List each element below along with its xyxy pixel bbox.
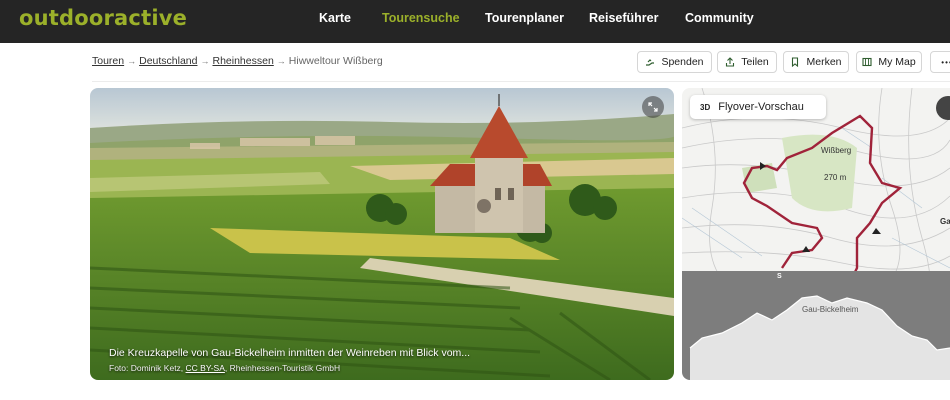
bookmark-icon bbox=[792, 57, 799, 67]
spenden-label: Spenden bbox=[661, 56, 704, 68]
map-label-town: Ga bbox=[940, 217, 950, 226]
nav-item-tourenplaner[interactable]: Tourenplaner bbox=[485, 11, 564, 25]
credit-prefix: Foto: Dominik Ketz, bbox=[109, 363, 186, 373]
header-divider bbox=[92, 81, 950, 82]
breadcrumb-current: Hiwweltour Wißberg bbox=[288, 55, 383, 67]
my-map-label: My Map bbox=[878, 56, 916, 68]
nav-item-tourensuche[interactable]: Tourensuche bbox=[382, 11, 460, 25]
teilen-label: Teilen bbox=[741, 56, 769, 68]
more-options-button[interactable]: ••• bbox=[930, 51, 950, 73]
breadcrumb-arrow-icon: → bbox=[276, 56, 286, 66]
more-dots-icon: ••• bbox=[941, 57, 950, 67]
breadcrumb: Touren → Deutschland → Rheinhessen → Hiwweltou… bbox=[92, 55, 383, 67]
chapel-vineyard-image bbox=[90, 88, 674, 380]
breadcrumb-link-touren[interactable]: Touren bbox=[92, 55, 124, 67]
nav-item-karte[interactable]: Karte bbox=[319, 11, 351, 25]
merken-label: Merken bbox=[806, 56, 842, 68]
teilen-button[interactable]: Teilen bbox=[717, 51, 777, 73]
license-link[interactable]: CC BY-SA bbox=[186, 363, 225, 373]
breadcrumb-arrow-icon: → bbox=[127, 56, 137, 66]
nav-item-reisefuehrer[interactable]: Reiseführer bbox=[589, 11, 658, 25]
breadcrumb-arrow-icon: → bbox=[200, 56, 210, 66]
photo-credit: Foto: Dominik Ketz, CC BY-SA, Rheinhesse… bbox=[109, 363, 340, 373]
topographic-map bbox=[682, 88, 950, 380]
expand-fullscreen-button[interactable] bbox=[642, 96, 664, 118]
nav-item-community[interactable]: Community bbox=[685, 11, 754, 25]
map-icon bbox=[862, 57, 872, 67]
map-label-wissberg: Wißberg bbox=[821, 146, 852, 155]
merken-button[interactable]: Merken bbox=[783, 51, 849, 73]
credit-suffix: , Rheinhessen-Touristik GmbH bbox=[224, 363, 341, 373]
3d-flyover-icon: 3D bbox=[700, 102, 711, 112]
spenden-button[interactable]: Spenden bbox=[637, 51, 712, 73]
flyover-label: Flyover-Vorschau bbox=[718, 101, 804, 113]
hand-heart-icon bbox=[646, 59, 655, 66]
start-marker: S bbox=[777, 273, 782, 280]
map-preview[interactable]: 3D Flyover-Vorschau Wißberg 270 m Ga S G… bbox=[682, 88, 950, 380]
top-navigation-bar: outdooractive Karte Tourensuche Tourenpl… bbox=[0, 0, 950, 43]
hero-photo[interactable]: Die Kreuzkapelle von Gau-Bickelheim inmi… bbox=[90, 88, 674, 380]
breadcrumb-link-rheinhessen[interactable]: Rheinhessen bbox=[212, 55, 273, 67]
share-icon bbox=[726, 57, 735, 67]
flyover-preview-button[interactable]: 3D Flyover-Vorschau bbox=[690, 95, 826, 119]
map-label-elevation: 270 m bbox=[824, 173, 847, 182]
photo-caption: Die Kreuzkapelle von Gau-Bickelheim inmi… bbox=[109, 347, 471, 359]
breadcrumb-link-deutschland[interactable]: Deutschland bbox=[139, 55, 197, 67]
profile-label: Gau-Bickelheim bbox=[802, 305, 859, 314]
expand-icon bbox=[648, 102, 658, 112]
my-map-button[interactable]: My Map bbox=[856, 51, 922, 73]
site-logo[interactable]: outdooractive bbox=[19, 6, 187, 30]
